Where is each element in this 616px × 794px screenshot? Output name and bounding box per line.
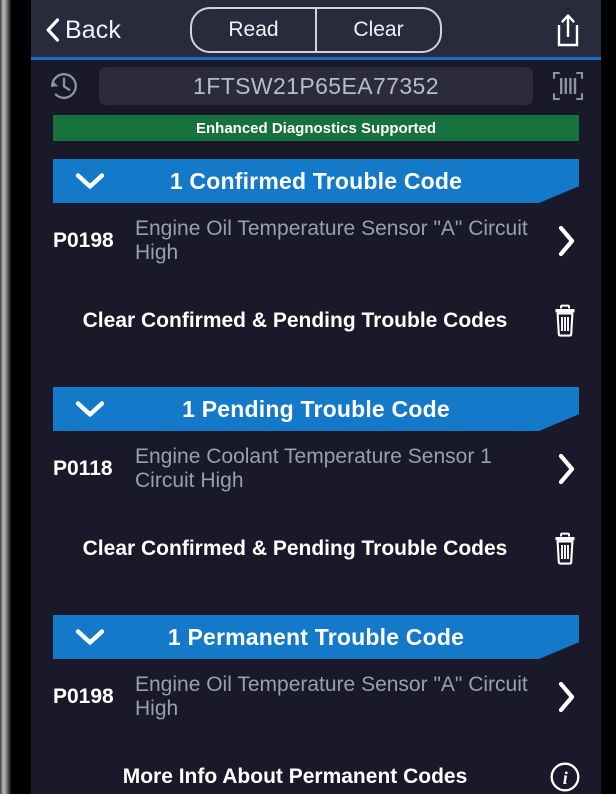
read-button[interactable]: Read	[192, 9, 315, 51]
clear-codes-label: Clear Confirmed & Pending Trouble Codes	[82, 309, 508, 332]
clear-codes-label: Clear Confirmed & Pending Trouble Codes	[82, 537, 508, 560]
phone-frame-right	[601, 0, 616, 794]
section-title-confirmed: 1 Confirmed Trouble Code	[169, 167, 463, 194]
chevron-down-icon	[71, 400, 109, 418]
trouble-code-id: P0198	[53, 229, 114, 252]
trouble-code-description: Engine Oil Temperature Sensor "A" Circui…	[135, 673, 528, 720]
clear-confirmed-pending-row-1[interactable]: Clear Confirmed & Pending Trouble Codes	[31, 289, 601, 353]
vin-bar: 1FTSW21P65EA77352	[31, 60, 601, 112]
trouble-code-id: P0198	[53, 685, 114, 708]
status-banner: Enhanced Diagnostics Supported	[53, 115, 579, 141]
share-button[interactable]	[547, 7, 589, 53]
trash-icon[interactable]	[543, 532, 587, 566]
chevron-right-icon	[547, 452, 587, 486]
back-label: Back	[65, 15, 121, 44]
table-row[interactable]: P0198 Engine Oil Temperature Sensor "A" …	[31, 659, 601, 735]
chevron-right-icon	[547, 224, 587, 258]
vin-value: 1FTSW21P65EA77352	[193, 72, 439, 99]
history-clock-icon	[51, 73, 77, 99]
navbar-accent-underline	[31, 57, 601, 60]
phone-screenshot: Back Read Clear 1FTSW21P65EA77352 Enhanc…	[0, 0, 616, 794]
phone-frame-left	[11, 0, 31, 794]
scan-barcode-button[interactable]	[541, 63, 595, 109]
section-header-confirmed[interactable]: 1 Confirmed Trouble Code	[53, 159, 579, 203]
app-viewport: Back Read Clear 1FTSW21P65EA77352 Enhanc…	[31, 0, 601, 794]
history-button[interactable]	[37, 63, 91, 109]
back-button[interactable]: Back	[39, 12, 127, 49]
phone-bezel-left	[0, 0, 11, 794]
barcode-scan-icon	[552, 71, 584, 101]
trouble-code-description: Engine Coolant Temperature Sensor 1 Circ…	[135, 445, 492, 492]
status-banner-label: Enhanced Diagnostics Supported	[195, 119, 437, 137]
table-row[interactable]: P0198 Engine Oil Temperature Sensor "A" …	[31, 203, 601, 279]
vin-input[interactable]: 1FTSW21P65EA77352	[99, 67, 533, 105]
share-icon	[557, 14, 579, 47]
chevron-right-icon	[547, 680, 587, 714]
trouble-code-description: Engine Oil Temperature Sensor "A" Circui…	[135, 217, 528, 264]
section-header-permanent[interactable]: 1 Permanent Trouble Code	[53, 615, 579, 659]
chevron-down-icon	[71, 172, 109, 190]
section-title-pending: 1 Pending Trouble Code	[182, 395, 450, 422]
chevron-left-icon	[46, 18, 59, 42]
clear-confirmed-pending-row-2[interactable]: Clear Confirmed & Pending Trouble Codes	[31, 517, 601, 581]
trouble-code-id: P0118	[53, 457, 113, 480]
trash-icon[interactable]	[543, 304, 587, 338]
more-info-permanent-row[interactable]: More Info About Permanent Codes i	[31, 745, 601, 794]
section-title-permanent: 1 Permanent Trouble Code	[167, 623, 465, 650]
clear-button[interactable]: Clear	[315, 9, 440, 51]
section-header-pending[interactable]: 1 Pending Trouble Code	[53, 387, 579, 431]
table-row[interactable]: P0118 Engine Coolant Temperature Sensor …	[31, 431, 601, 507]
svg-text:i: i	[563, 768, 568, 788]
read-clear-segmented-control: Read Clear	[190, 7, 442, 53]
chevron-down-icon	[71, 628, 109, 646]
more-info-label: More Info About Permanent Codes	[122, 765, 468, 788]
navigation-bar: Back Read Clear	[31, 0, 601, 60]
info-icon[interactable]: i	[543, 761, 587, 793]
